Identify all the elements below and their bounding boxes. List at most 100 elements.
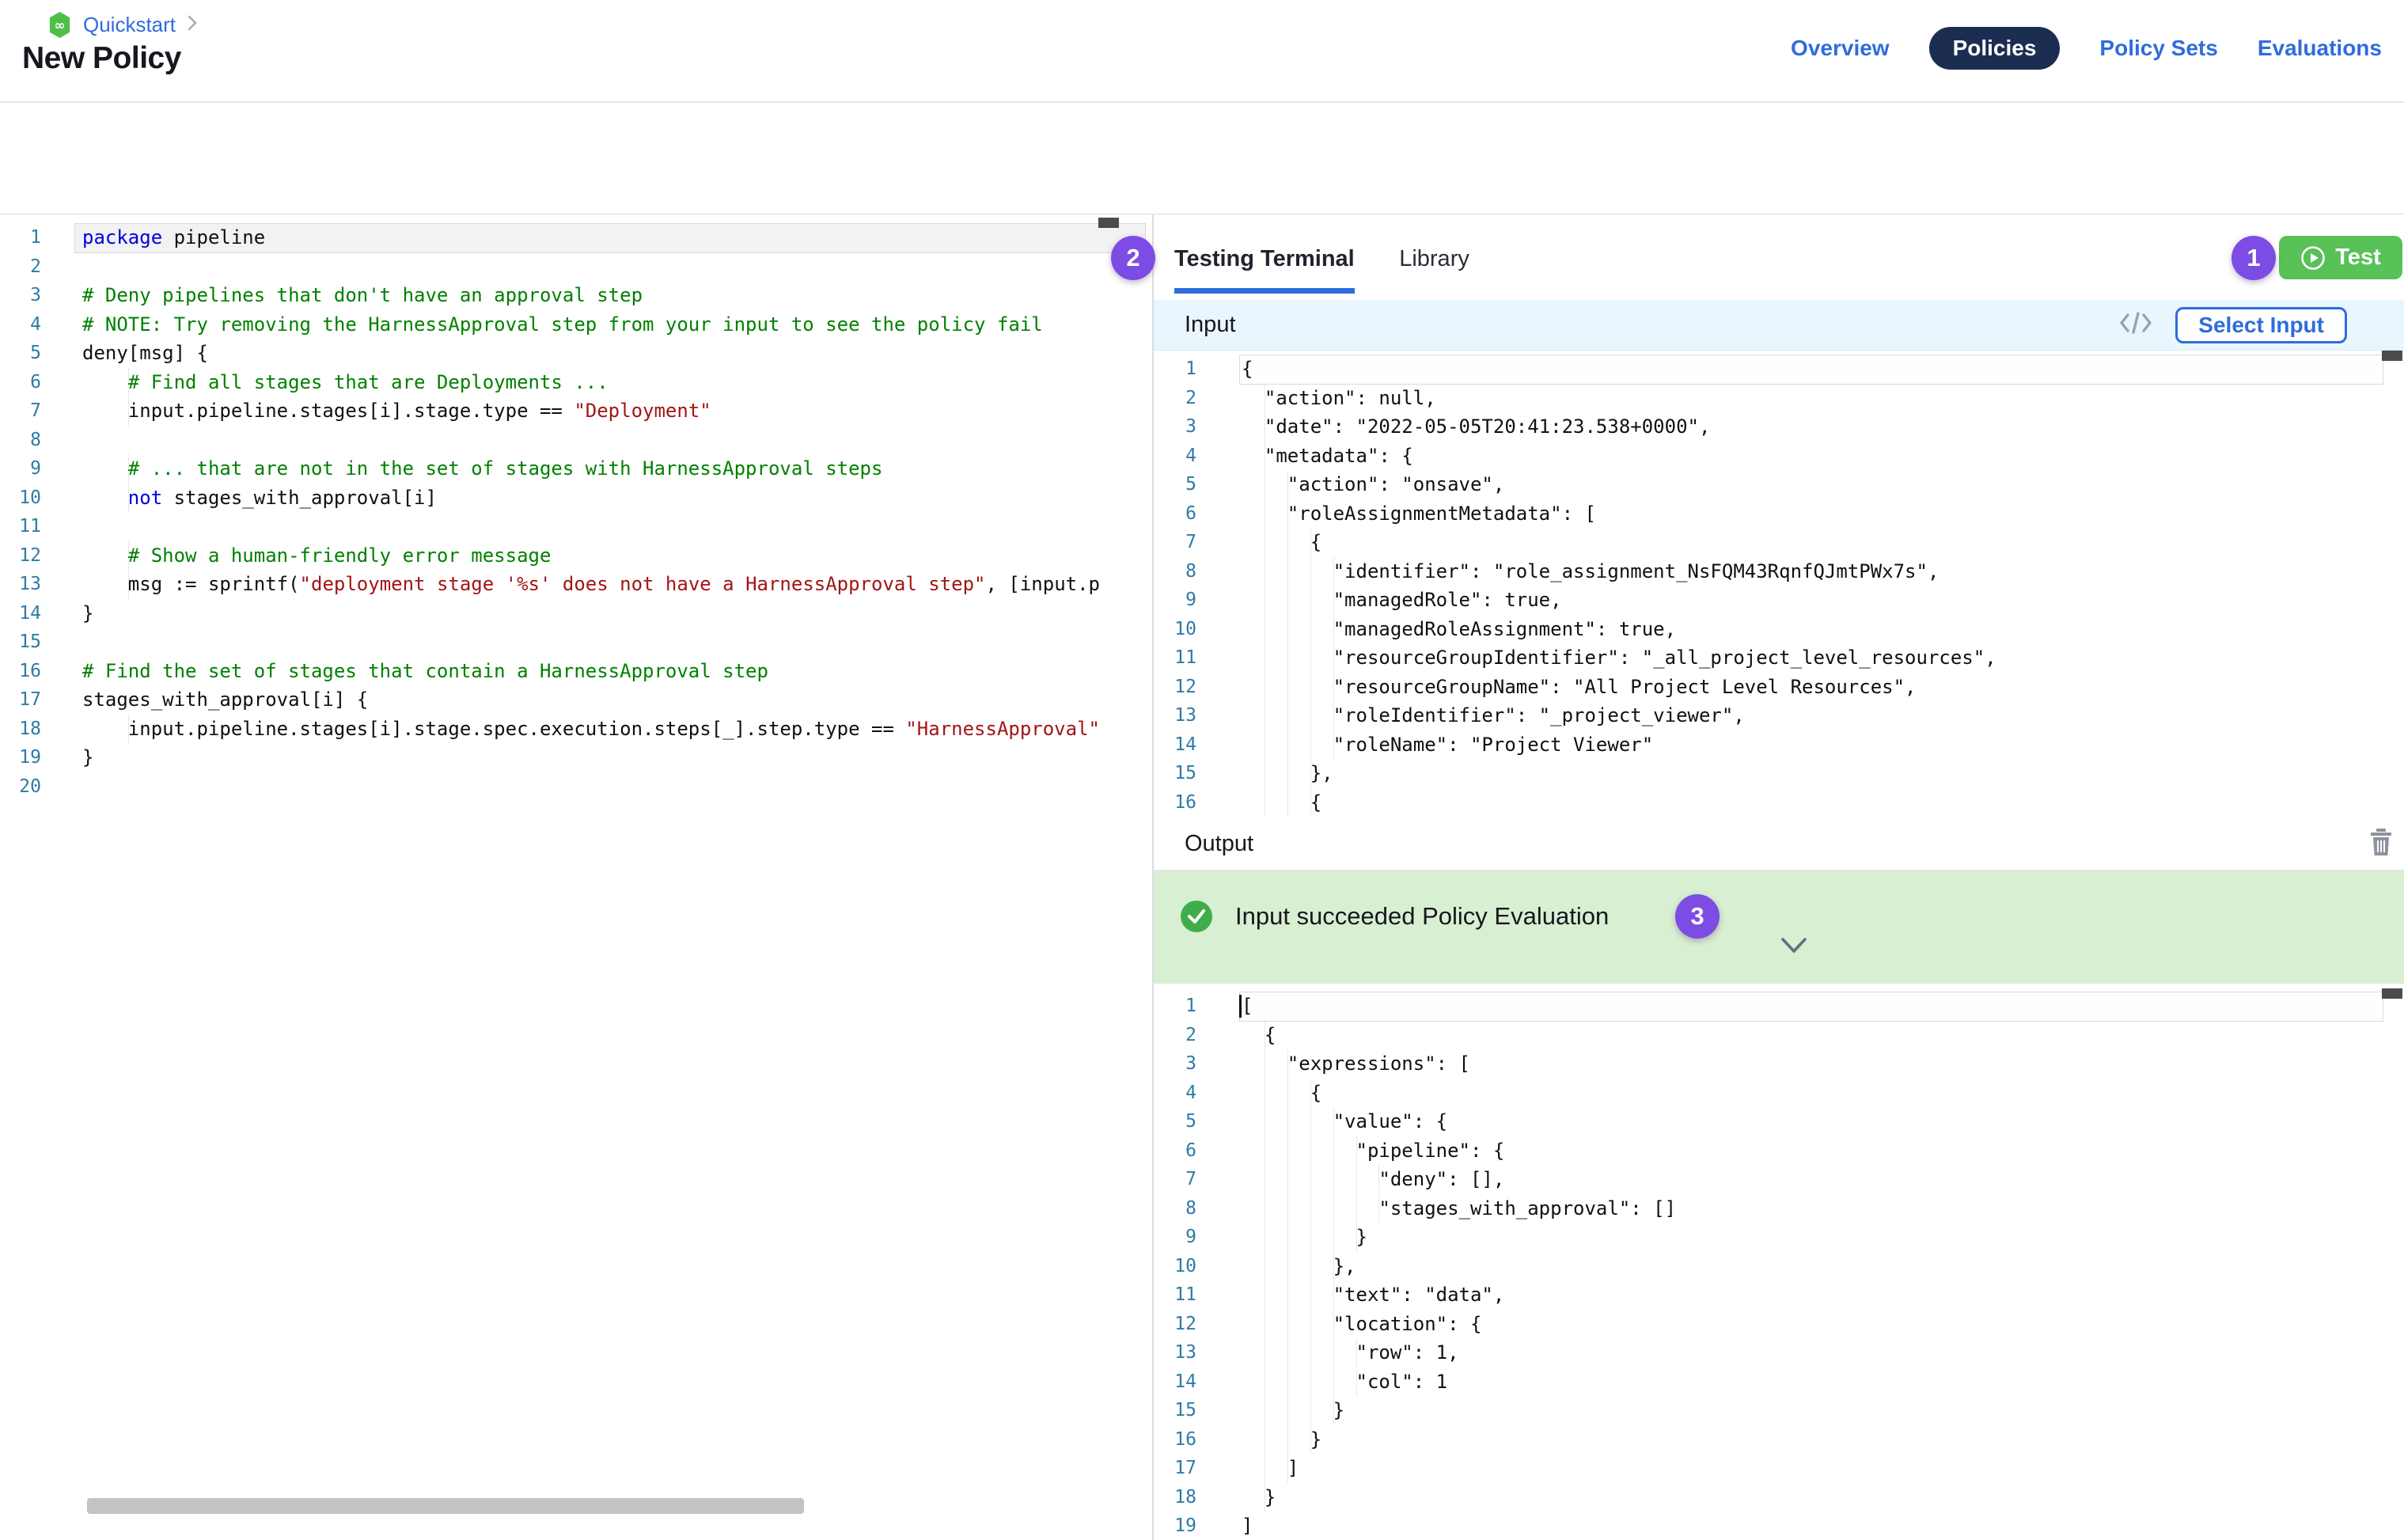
- code-line[interactable]: 6 "pipeline": {: [1154, 1136, 2404, 1166]
- code-line[interactable]: 10 },: [1154, 1252, 2404, 1281]
- input-json-editor[interactable]: 1{2 "action": null,3 "date": "2022-05-05…: [1154, 351, 2404, 817]
- code-line[interactable]: 11 "resourceGroupIdentifier": "_all_proj…: [1154, 643, 2404, 673]
- breadcrumb-project-link[interactable]: Quickstart: [83, 13, 176, 37]
- code-line[interactable]: 12 "location": {: [1154, 1310, 2404, 1339]
- code-text: deny[msg] {: [41, 339, 208, 368]
- horizontal-scrollbar[interactable]: [87, 1498, 804, 1514]
- code-line[interactable]: 16 }: [1154, 1425, 2404, 1455]
- output-label: Output: [1185, 831, 1253, 857]
- output-editor-scrollbar-thumb[interactable]: [2382, 988, 2402, 999]
- nav-tab-policies[interactable]: Policies: [1929, 27, 2061, 70]
- code-line[interactable]: 9 }: [1154, 1223, 2404, 1252]
- chevron-down-icon[interactable]: [1779, 936, 1809, 959]
- code-text: "value": {: [1196, 1107, 1447, 1136]
- code-line[interactable]: 8 "stages_with_approval": []: [1154, 1194, 2404, 1223]
- code-line[interactable]: 9 # ... that are not in the set of stage…: [0, 454, 1152, 484]
- input-editor-scrollbar-thumb[interactable]: [2382, 351, 2402, 361]
- line-number: 3: [1154, 1049, 1196, 1079]
- code-line[interactable]: 6 "roleAssignmentMetadata": [: [1154, 499, 2404, 529]
- code-line[interactable]: 1[: [1154, 992, 2404, 1021]
- code-line[interactable]: 11: [0, 512, 1152, 541]
- code-line[interactable]: 19}: [0, 743, 1152, 772]
- code-line[interactable]: 16 {: [1154, 788, 2404, 817]
- code-line[interactable]: 4 {: [1154, 1079, 2404, 1108]
- code-line[interactable]: 17 ]: [1154, 1454, 2404, 1483]
- code-text: "col": 1: [1196, 1367, 1447, 1397]
- line-number: 16: [0, 657, 41, 686]
- code-line[interactable]: 5deny[msg] {: [0, 339, 1152, 368]
- nav-tab-policy-sets[interactable]: Policy Sets: [2099, 36, 2217, 61]
- trash-icon[interactable]: [2368, 826, 2395, 862]
- code-text: # Deny pipelines that don't have an appr…: [41, 281, 643, 310]
- code-line[interactable]: 12 # Show a human-friendly error message: [0, 541, 1152, 571]
- code-line[interactable]: 2 {: [1154, 1021, 2404, 1050]
- code-line[interactable]: 14 "roleName": "Project Viewer": [1154, 730, 2404, 760]
- code-line[interactable]: 4# NOTE: Try removing the HarnessApprova…: [0, 310, 1152, 339]
- code-line[interactable]: 2 "action": null,: [1154, 384, 2404, 413]
- code-line[interactable]: 13 msg := sprintf("deployment stage '%s'…: [0, 570, 1152, 599]
- code-line[interactable]: 10 not stages_with_approval[i]: [0, 484, 1152, 513]
- code-line[interactable]: 9 "managedRole": true,: [1154, 586, 2404, 615]
- code-line[interactable]: 16# Find the set of stages that contain …: [0, 657, 1152, 686]
- code-line[interactable]: 15 },: [1154, 759, 2404, 788]
- rego-code-editor[interactable]: 1package pipeline23# Deny pipelines that…: [0, 214, 1152, 1540]
- line-number: 9: [0, 454, 41, 484]
- code-line[interactable]: 17stages_with_approval[i] {: [0, 685, 1152, 715]
- code-line[interactable]: 6 # Find all stages that are Deployments…: [0, 368, 1152, 397]
- code-line[interactable]: 7 "deny": [],: [1154, 1165, 2404, 1194]
- code-line[interactable]: 15 }: [1154, 1396, 2404, 1425]
- line-number: 18: [1154, 1483, 1196, 1512]
- code-line[interactable]: 14 "col": 1: [1154, 1367, 2404, 1397]
- line-number: 1: [1154, 355, 1196, 384]
- code-text: }: [1196, 1396, 1344, 1425]
- code-line[interactable]: 13 "roleIdentifier": "_project_viewer",: [1154, 701, 2404, 730]
- step-badge-3: 3: [1675, 894, 1720, 939]
- code-line[interactable]: 14}: [0, 599, 1152, 628]
- code-line[interactable]: 3 "expressions": [: [1154, 1049, 2404, 1079]
- editor-overview-ruler[interactable]: [1098, 218, 1119, 228]
- tab-library[interactable]: Library: [1399, 246, 1469, 288]
- code-line[interactable]: 8: [0, 426, 1152, 455]
- code-line[interactable]: 10 "managedRoleAssignment": true,: [1154, 615, 2404, 644]
- code-line[interactable]: 19]: [1154, 1512, 2404, 1540]
- code-line[interactable]: 2: [0, 252, 1152, 282]
- line-number: 11: [1154, 643, 1196, 673]
- code-line[interactable]: 18 input.pipeline.stages[i].stage.spec.e…: [0, 715, 1152, 744]
- code-line[interactable]: 11 "text": "data",: [1154, 1280, 2404, 1310]
- code-line[interactable]: 7 {: [1154, 528, 2404, 557]
- code-line[interactable]: 7 input.pipeline.stages[i].stage.type ==…: [0, 396, 1152, 426]
- code-line[interactable]: 13 "row": 1,: [1154, 1338, 2404, 1367]
- code-line[interactable]: 8 "identifier": "role_assignment_NsFQM43…: [1154, 557, 2404, 586]
- code-line[interactable]: 12 "resourceGroupName": "All Project Lev…: [1154, 673, 2404, 702]
- input-label: Input: [1185, 312, 1236, 338]
- code-line[interactable]: 18 }: [1154, 1483, 2404, 1512]
- code-line[interactable]: 3# Deny pipelines that don't have an app…: [0, 281, 1152, 310]
- code-text: "action": null,: [1196, 384, 1436, 413]
- line-number: 15: [1154, 759, 1196, 788]
- code-line[interactable]: 5 "action": "onsave",: [1154, 470, 2404, 499]
- code-text: {: [1196, 788, 1321, 817]
- page-title: New Policy: [22, 41, 181, 76]
- select-input-button[interactable]: Select Input: [2175, 307, 2347, 343]
- nav-tab-overview[interactable]: Overview: [1791, 36, 1890, 61]
- code-text: },: [1196, 759, 1333, 788]
- code-text: [: [1196, 992, 1253, 1021]
- code-line[interactable]: 15: [0, 628, 1152, 657]
- current-line-highlight: [1239, 992, 2383, 1022]
- code-line[interactable]: 1{: [1154, 355, 2404, 384]
- code-line[interactable]: 4 "metadata": {: [1154, 442, 2404, 471]
- testing-terminal-panel: Testing Terminal Library Input Select In…: [1154, 214, 2404, 1540]
- code-line[interactable]: 3 "date": "2022-05-05T20:41:23.538+0000"…: [1154, 412, 2404, 442]
- code-line[interactable]: 20: [0, 772, 1152, 802]
- code-line[interactable]: 5 "value": {: [1154, 1107, 2404, 1136]
- app-header: ∞ Quickstart New Policy Overview Policie…: [0, 0, 2404, 103]
- line-number: 14: [1154, 730, 1196, 760]
- code-text: }: [41, 599, 93, 628]
- tab-testing-terminal[interactable]: Testing Terminal: [1174, 246, 1355, 294]
- nav-tab-evaluations[interactable]: Evaluations: [2258, 36, 2382, 61]
- line-number: 10: [0, 484, 41, 513]
- output-json-editor[interactable]: 1[2 {3 "expressions": [4 {5 "value": {6 …: [1154, 984, 2404, 1540]
- test-button[interactable]: Test: [2279, 236, 2402, 279]
- code-line[interactable]: 1package pipeline: [0, 223, 1152, 252]
- code-brackets-icon[interactable]: [2118, 310, 2153, 339]
